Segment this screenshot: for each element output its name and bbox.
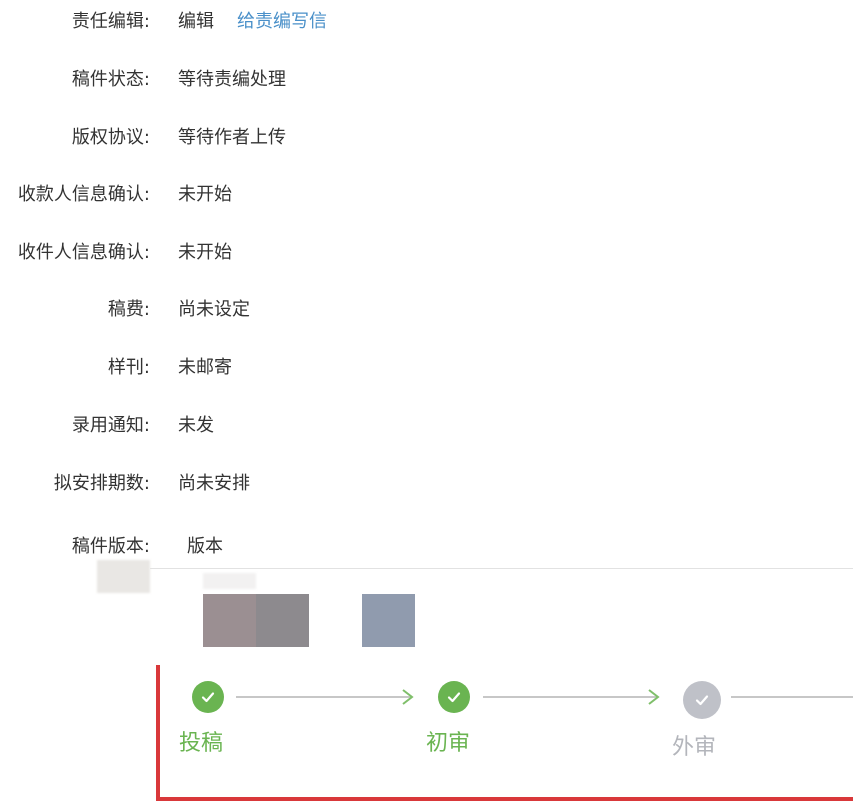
field-label: 稿费: xyxy=(107,299,150,320)
redacted-thumbnail xyxy=(203,594,256,647)
field-label: 稿件状态: xyxy=(71,69,150,90)
field-value: 编辑 xyxy=(178,11,214,32)
field-label: 收件人信息确认: xyxy=(17,242,150,263)
redacted-block xyxy=(97,560,150,593)
field-row-sample: 样刊: 未邮寄 xyxy=(0,356,853,380)
field-label: 版权协议: xyxy=(71,127,150,148)
field-label: 拟安排期数: xyxy=(53,473,150,494)
field-row-status: 稿件状态: 等待责编处理 xyxy=(0,68,853,92)
field-value: 未开始 xyxy=(178,184,232,205)
field-row-version: 稿件版本: xyxy=(0,535,150,559)
field-row-notice: 录用通知: 未发 xyxy=(0,414,853,438)
field-row-editor: 责任编辑: 编辑 给责编写信 xyxy=(0,10,853,34)
field-label: 录用通知: xyxy=(71,415,150,436)
field-value: 尚未安排 xyxy=(178,473,250,494)
step-connector xyxy=(731,696,853,698)
version-tab[interactable]: 版本 xyxy=(187,535,223,559)
field-value: 未发 xyxy=(178,415,214,436)
manuscript-detail-page: 责任编辑: 编辑 给责编写信 稿件状态: 等待责编处理 版权协议: 等待作者上传… xyxy=(0,0,853,812)
redacted-thumbnail xyxy=(362,594,415,647)
field-label: 收款人信息确认: xyxy=(17,184,150,205)
check-circle-icon xyxy=(683,681,721,719)
check-circle-icon xyxy=(192,681,224,713)
field-value: 未开始 xyxy=(178,242,232,263)
field-value: 未邮寄 xyxy=(178,357,232,378)
step-connector xyxy=(236,696,411,698)
field-row-fee: 稿费: 尚未设定 xyxy=(0,298,853,322)
redacted-block xyxy=(203,573,256,589)
field-label: 样刊: xyxy=(107,357,150,378)
arrow-right-icon xyxy=(402,689,414,705)
field-label: 稿件版本: xyxy=(71,536,150,557)
step-label-external-review: 外审 xyxy=(672,735,717,760)
field-row-issue: 拟安排期数: 尚未安排 xyxy=(0,472,853,496)
field-row-recipient: 收件人信息确认: 未开始 xyxy=(0,241,853,265)
step-label-submit: 投稿 xyxy=(179,731,224,756)
step-connector xyxy=(483,696,658,698)
divider xyxy=(150,568,853,569)
field-label: 责任编辑: xyxy=(71,11,150,32)
progress-highlight-frame xyxy=(156,665,853,801)
field-value: 等待作者上传 xyxy=(178,127,286,148)
redacted-thumbnail xyxy=(256,594,309,647)
field-value: 尚未设定 xyxy=(178,299,250,320)
write-to-editor-link[interactable]: 给责编写信 xyxy=(237,10,327,34)
field-row-payee: 收款人信息确认: 未开始 xyxy=(0,183,853,207)
arrow-right-icon xyxy=(648,689,660,705)
field-value: 等待责编处理 xyxy=(178,69,286,90)
field-row-copyright: 版权协议: 等待作者上传 xyxy=(0,126,853,150)
check-circle-icon xyxy=(438,681,470,713)
step-label-initial-review: 初审 xyxy=(426,731,471,756)
